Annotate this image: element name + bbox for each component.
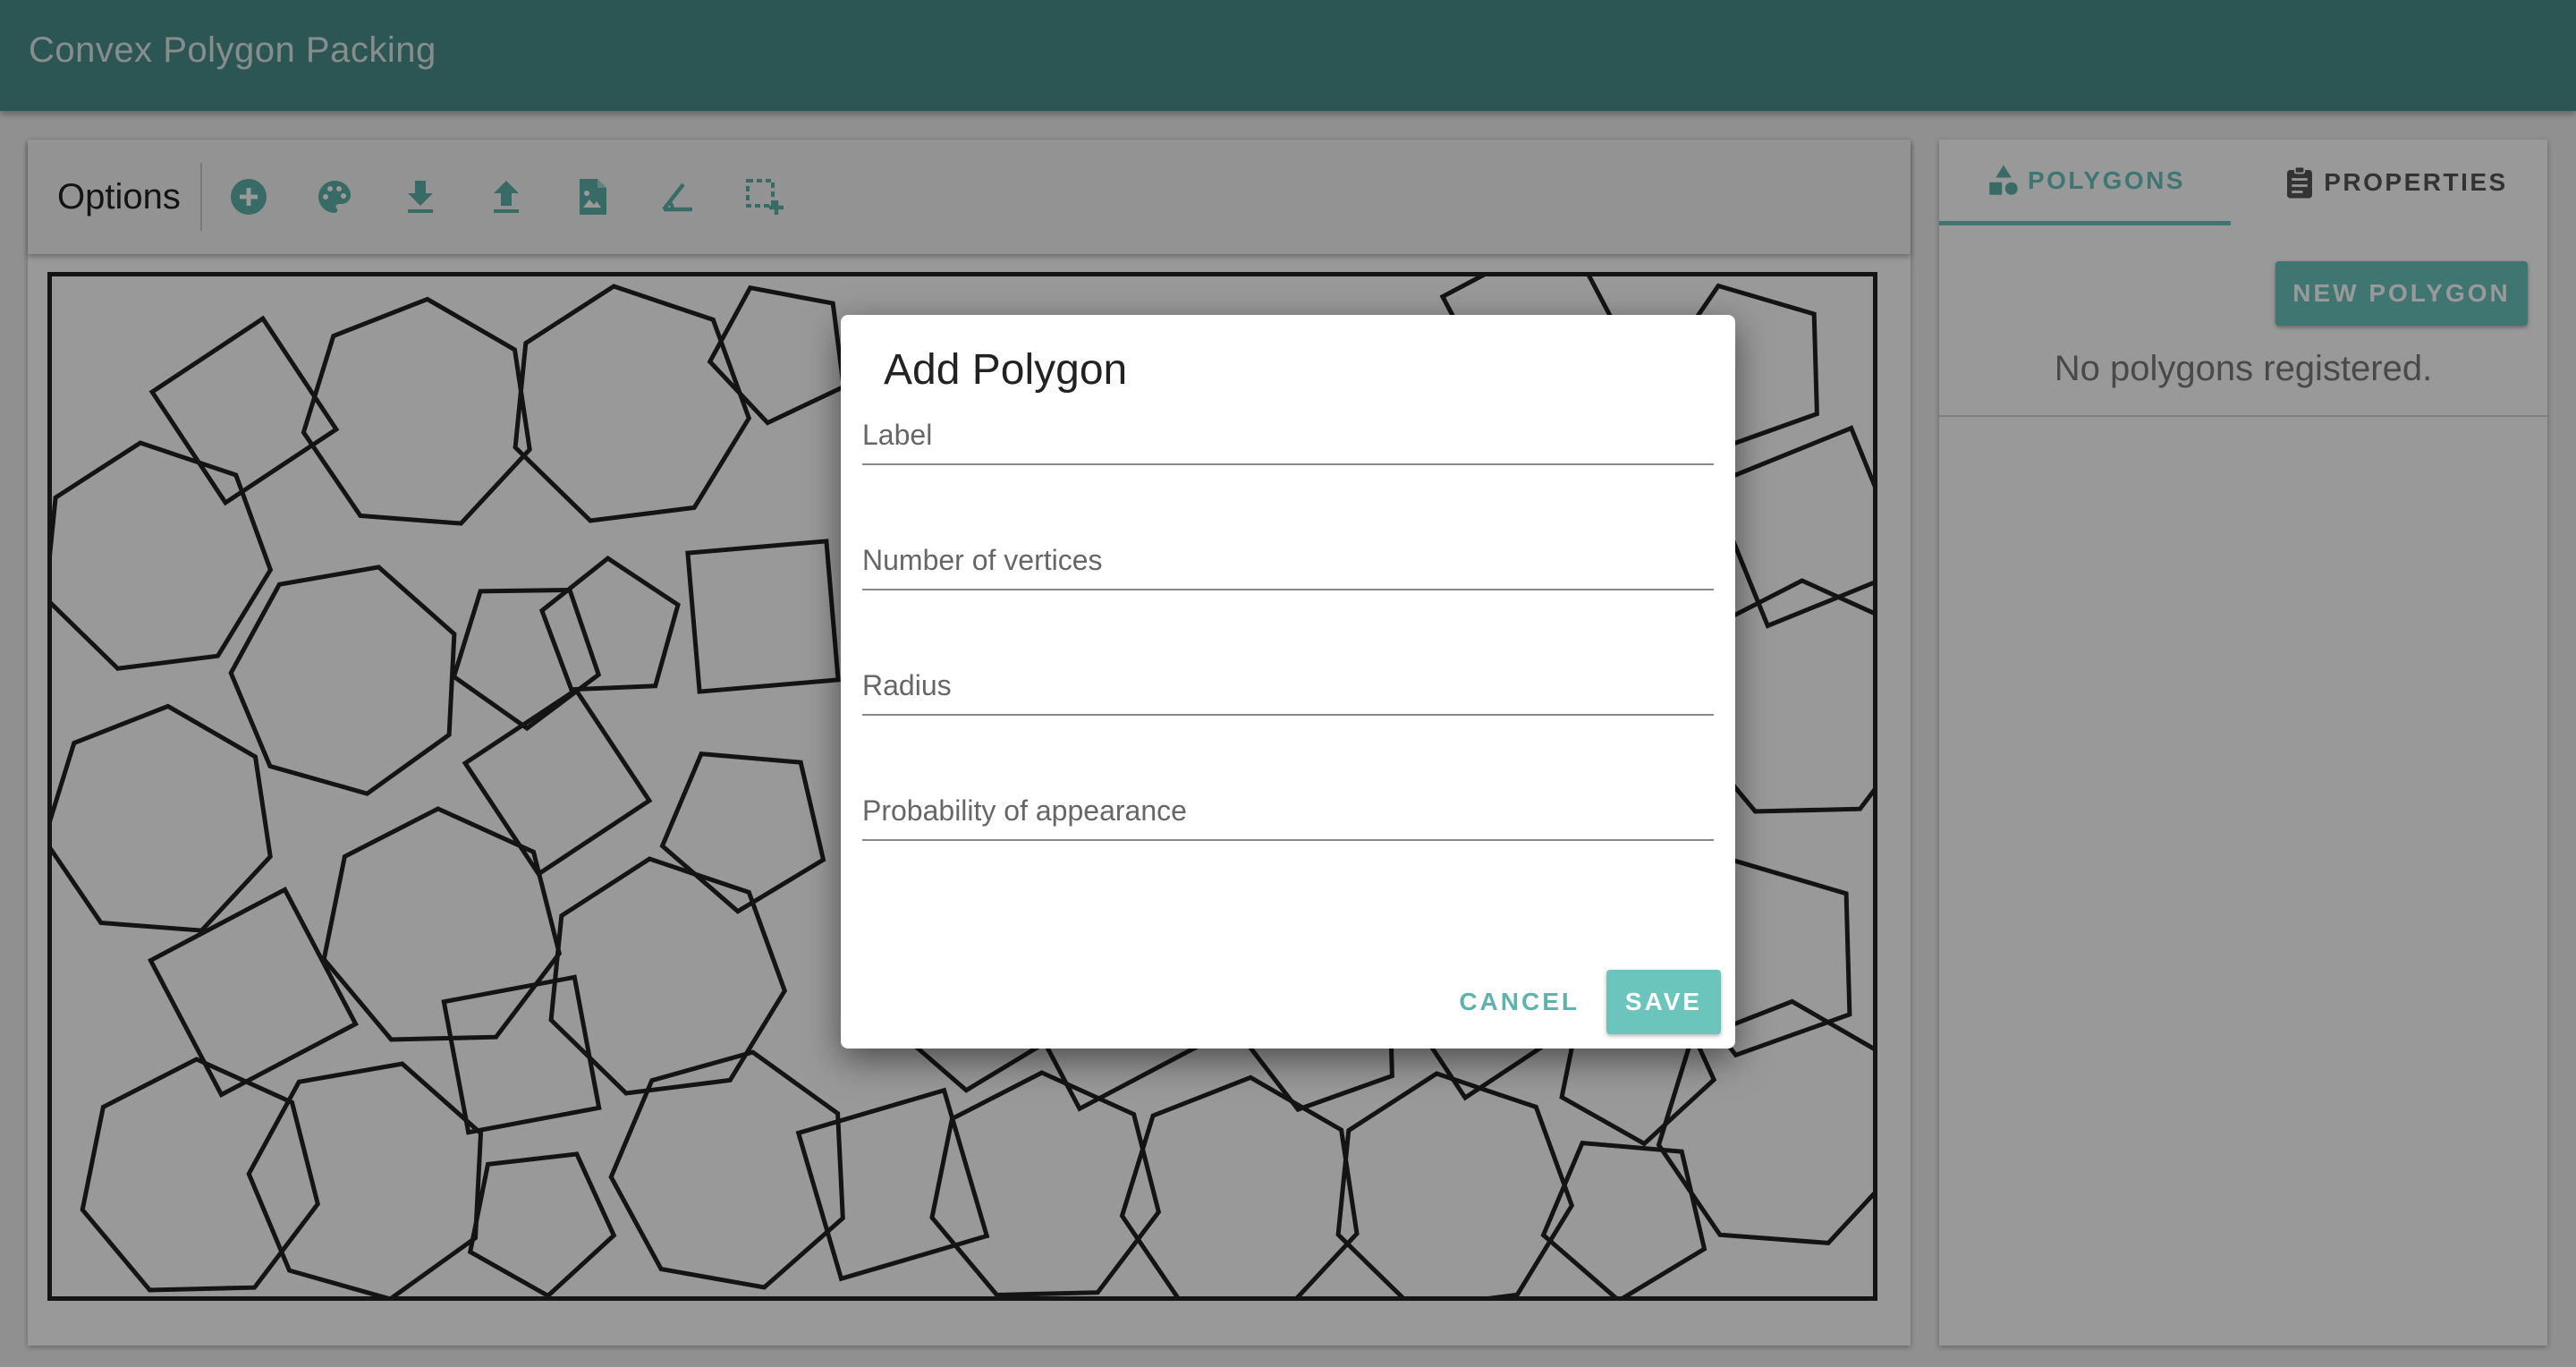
vertices-field <box>862 535 1714 590</box>
label-field <box>862 410 1714 465</box>
dialog-actions: CANCEL SAVE <box>1432 970 1721 1034</box>
vertices-input[interactable] <box>862 535 1714 585</box>
dialog-title: Add Polygon <box>884 346 1128 394</box>
label-input[interactable] <box>862 410 1714 460</box>
radius-input[interactable] <box>862 660 1714 710</box>
add-polygon-dialog: Add Polygon CANCEL SAVE <box>841 315 1735 1049</box>
probability-field <box>862 785 1714 841</box>
radius-field <box>862 660 1714 716</box>
save-button[interactable]: SAVE <box>1606 970 1721 1034</box>
cancel-button[interactable]: CANCEL <box>1432 970 1606 1034</box>
probability-input[interactable] <box>862 785 1714 836</box>
